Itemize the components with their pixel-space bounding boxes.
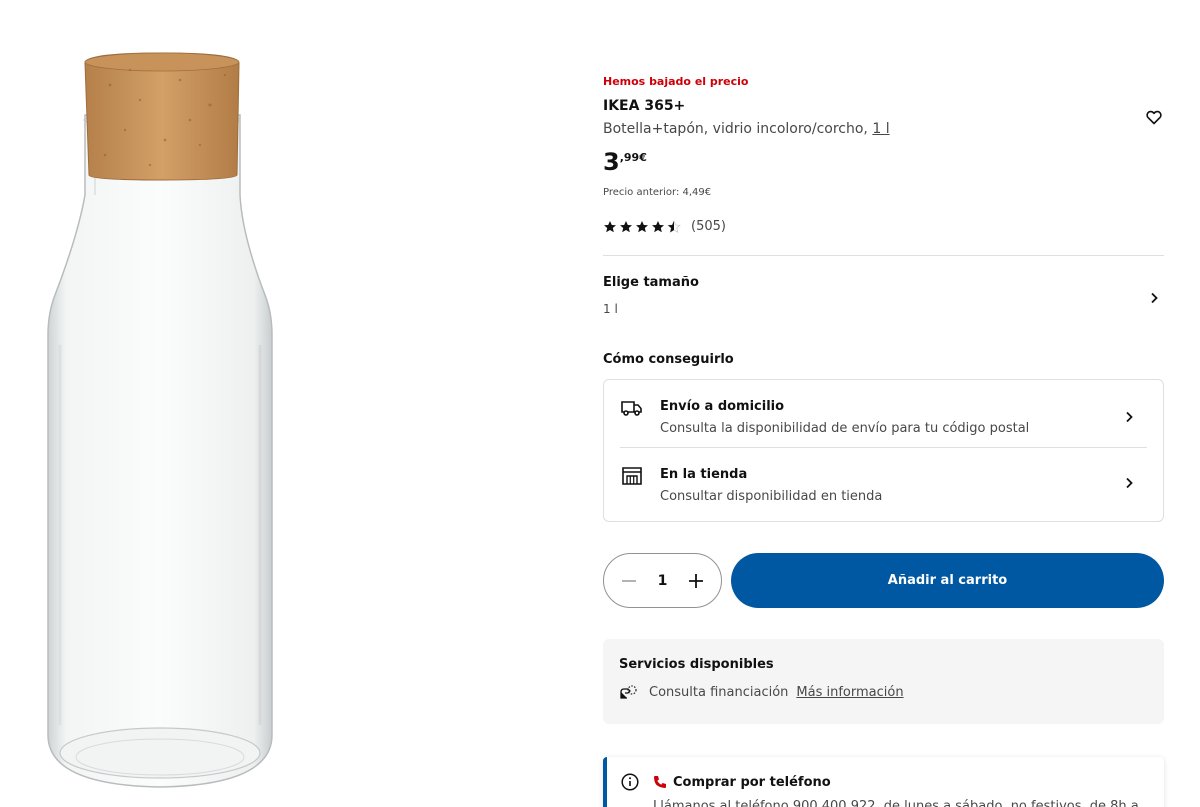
divider xyxy=(603,255,1164,256)
services-title: Servicios disponibles xyxy=(619,657,774,672)
product-description: Botella+tapón, vidrio incoloro/corcho, 1… xyxy=(603,121,890,137)
available-services: Servicios disponibles Consulta financiac… xyxy=(603,639,1164,724)
star-icon xyxy=(636,220,648,232)
rating[interactable]: (505) xyxy=(603,219,726,234)
size-link[interactable]: 1 l xyxy=(872,121,889,137)
price-integer: 3 xyxy=(603,148,620,176)
star-icon xyxy=(620,220,632,232)
in-store-title: En la tienda xyxy=(660,467,748,482)
add-to-cart-button[interactable]: Añadir al carrito xyxy=(731,553,1164,608)
phone-purchase-header: Comprar por teléfono xyxy=(621,773,1150,791)
product-image xyxy=(30,45,290,795)
financing-icon xyxy=(620,685,637,699)
price-decimal: ,99€ xyxy=(619,151,647,164)
decrease-quantity-button[interactable] xyxy=(618,570,640,592)
home-delivery-option[interactable]: Envío a domicilio Consulta la disponibil… xyxy=(620,380,1147,448)
in-store-option[interactable]: En la tienda Consultar disponibilidad en… xyxy=(620,450,1147,518)
size-selector[interactable]: Elige tamaño 1 l xyxy=(603,275,1164,325)
quantity-value[interactable]: 1 xyxy=(658,573,668,589)
chevron-right-icon xyxy=(1126,411,1133,423)
carafe-illustration xyxy=(47,52,273,788)
product-name: IKEA 365+ xyxy=(603,98,686,114)
truck-icon xyxy=(621,401,642,416)
financing-row: Consulta financiación Más información xyxy=(619,683,1148,701)
financing-text: Consulta financiación xyxy=(649,684,789,700)
price-drop-label: Hemos bajado el precio xyxy=(603,75,749,88)
home-delivery-subtitle: Consulta la disponibilidad de envío para… xyxy=(660,421,1030,436)
plus-icon xyxy=(689,573,703,588)
info-icon xyxy=(621,773,639,791)
minus-icon xyxy=(622,579,636,582)
in-store-subtitle: Consultar disponibilidad en tienda xyxy=(660,489,883,504)
delivery-options: Envío a domicilio Consulta la disponibil… xyxy=(603,379,1164,522)
phone-purchase-text: Llámanos al teléfono 900 400 922, de lun… xyxy=(653,799,1139,807)
store-icon xyxy=(622,467,642,485)
home-delivery-title: Envío a domicilio xyxy=(660,399,785,414)
how-to-get-title: Cómo conseguirlo xyxy=(603,352,734,367)
increase-quantity-button[interactable] xyxy=(685,570,707,592)
size-value: 1 l xyxy=(603,302,618,316)
more-info-link[interactable]: Más información xyxy=(796,685,903,700)
rating-count: (505) xyxy=(691,219,726,234)
star-icon xyxy=(652,220,664,232)
previous-price: Precio anterior: 4,49€ xyxy=(603,187,712,198)
product-price: 3 ,99€ xyxy=(603,148,647,176)
chevron-right-icon xyxy=(1151,292,1158,304)
phone-purchase-title: Comprar por teléfono xyxy=(673,774,831,790)
heart-icon xyxy=(1146,110,1162,124)
chevron-right-icon xyxy=(1126,477,1133,489)
size-title: Elige tamaño xyxy=(603,275,699,290)
half-star-icon xyxy=(667,219,681,233)
product-description-text: Botella+tapón, vidrio incoloro/corcho, xyxy=(603,121,873,137)
phone-icon xyxy=(654,776,666,788)
favorite-button[interactable] xyxy=(1142,105,1166,129)
phone-purchase-banner: Comprar por teléfono Llámanos al teléfon… xyxy=(603,757,1164,807)
star-icon xyxy=(604,220,616,232)
quantity-stepper: 1 xyxy=(603,553,722,608)
